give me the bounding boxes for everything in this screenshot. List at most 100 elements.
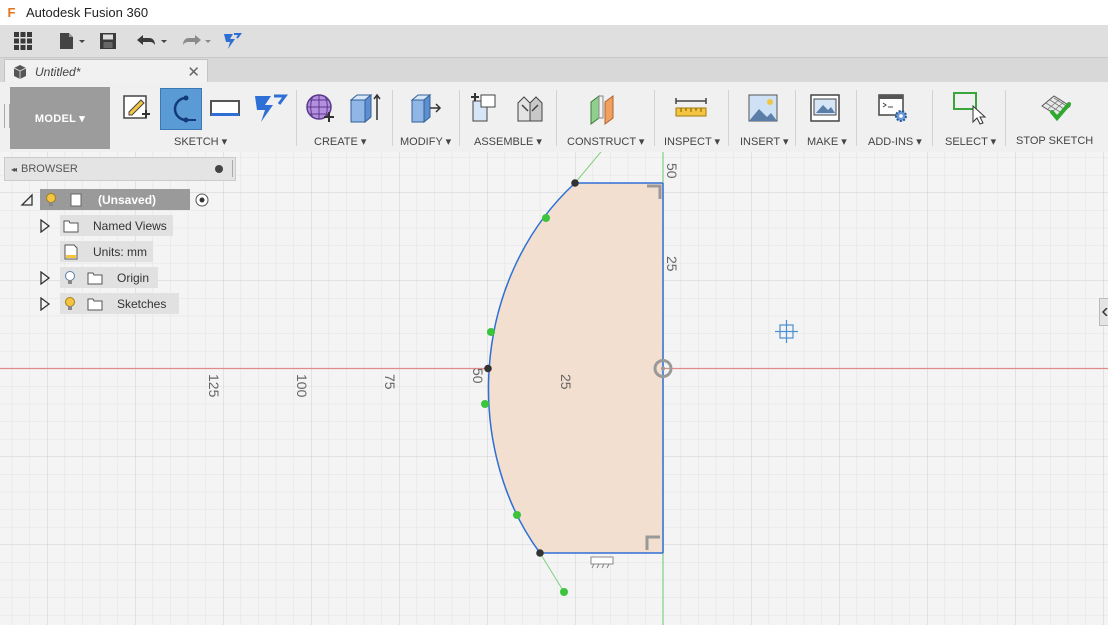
browser-node-origin[interactable]: Origin — [38, 267, 158, 288]
sketches-box[interactable]: Sketches — [60, 293, 179, 314]
grid-label-h: 125 — [206, 374, 222, 398]
root-node-label: (Unsaved) — [98, 192, 157, 207]
construct-group-menu[interactable]: CONSTRUCT ▾ — [567, 135, 644, 148]
select-box-icon — [953, 92, 987, 125]
sketch-history-button[interactable] — [220, 25, 244, 57]
form-sphere-icon — [306, 94, 334, 122]
offset-plane-button[interactable] — [584, 90, 624, 126]
save-button[interactable] — [96, 25, 120, 57]
3d-print-button[interactable] — [806, 90, 844, 126]
folder-icon — [63, 220, 79, 232]
document-tab-bar: Untitled* ✕ — [0, 58, 1108, 83]
lightbulb-off-icon[interactable] — [63, 270, 77, 286]
create-sketch-button[interactable] — [118, 90, 156, 126]
group-divider — [654, 90, 655, 146]
stop-sketch-button[interactable] — [1036, 90, 1076, 126]
data-panel-button[interactable] — [8, 25, 38, 57]
browser-resize-handle[interactable] — [232, 160, 236, 177]
collapse-triangle-icon[interactable] — [20, 192, 34, 207]
side-panel-toggle[interactable] — [1099, 298, 1108, 326]
insert-group-menu[interactable]: INSERT ▾ — [740, 135, 789, 148]
origin-box[interactable]: Origin — [60, 267, 158, 288]
activate-radio-icon[interactable] — [194, 192, 210, 208]
browser-node-sketches[interactable]: Sketches — [38, 293, 179, 314]
inspect-group-menu[interactable]: INSPECT ▾ — [664, 135, 720, 148]
sketch-group-menu[interactable]: SKETCH ▾ — [174, 135, 227, 148]
expand-triangle-icon[interactable] — [38, 296, 52, 311]
rectangle-icon — [210, 100, 240, 116]
create-sketch-icon — [123, 95, 150, 119]
form-tool-button[interactable] — [300, 90, 338, 126]
lightbulb-on-icon[interactable] — [63, 296, 77, 312]
assemble-group-menu[interactable]: ASSEMBLE ▾ — [474, 135, 542, 148]
sketch-history-icon — [224, 33, 242, 49]
browser-title: BROWSER — [21, 163, 78, 175]
node-label: Origin — [117, 270, 150, 285]
new-component-button[interactable] — [466, 90, 502, 126]
collapse-browser-icon[interactable]: ◂◂ — [11, 165, 17, 174]
rectangle-tool-button[interactable] — [206, 90, 244, 126]
save-icon — [100, 33, 116, 49]
grid-label-h: 25 — [558, 374, 574, 390]
joint-button[interactable] — [510, 90, 550, 126]
close-tab-icon[interactable]: ✕ — [187, 63, 200, 81]
browser-node-named-views[interactable]: Named Views — [38, 215, 173, 236]
measure-ruler-icon — [675, 98, 707, 117]
stop-sketch-check-icon — [1041, 95, 1071, 122]
node-label: Units: mm — [93, 244, 147, 259]
browser-options-icon[interactable] — [215, 165, 223, 173]
root-node-label-box[interactable]: (Unsaved) — [40, 189, 190, 210]
document-tab[interactable]: Untitled* ✕ — [4, 59, 208, 83]
group-divider — [392, 90, 393, 146]
fit-point[interactable] — [542, 214, 550, 222]
make-group-menu[interactable]: MAKE ▾ — [807, 135, 847, 148]
expand-triangle-icon[interactable] — [38, 218, 52, 233]
sketch-point[interactable] — [571, 179, 579, 187]
expand-triangle-icon[interactable] — [38, 270, 52, 285]
arc-tool-button[interactable] — [160, 88, 202, 130]
measure-button[interactable] — [670, 90, 712, 126]
extrude-tool-button[interactable] — [344, 90, 384, 126]
named-views-box[interactable]: Named Views — [60, 215, 173, 236]
fit-point[interactable] — [487, 328, 495, 336]
folder-icon — [87, 272, 103, 284]
sketch-point[interactable] — [536, 549, 544, 557]
node-label: Named Views — [93, 218, 167, 233]
modify-group-menu[interactable]: MODIFY ▾ — [400, 135, 451, 148]
joint-icon — [517, 96, 543, 122]
group-divider — [556, 90, 557, 146]
trim-tool-button[interactable] — [250, 90, 290, 126]
new-component-icon — [471, 93, 496, 122]
create-group-menu[interactable]: CREATE ▾ — [314, 135, 366, 148]
addins-group-menu[interactable]: ADD-INS ▾ — [868, 135, 922, 148]
chevron-left-icon — [1101, 308, 1108, 316]
grid-label-h: 75 — [382, 374, 398, 390]
grid-label-v: 50 — [664, 163, 680, 179]
window-title: Autodesk Fusion 360 — [26, 5, 149, 20]
file-menu-button[interactable] — [52, 25, 92, 57]
browser-node-units[interactable]: Units: mm — [60, 241, 153, 262]
stop-sketch-label[interactable]: STOP SKETCH — [1016, 135, 1093, 147]
fit-point[interactable] — [513, 511, 521, 519]
press-pull-button[interactable] — [404, 90, 444, 126]
title-bar: F Autodesk Fusion 360 — [0, 0, 1108, 25]
grid-label-v: 25 — [664, 256, 680, 272]
offset-plane-icon — [590, 95, 614, 125]
group-divider — [728, 90, 729, 146]
redo-icon — [183, 35, 211, 45]
fit-point[interactable] — [481, 400, 489, 408]
units-box[interactable]: Units: mm — [60, 241, 153, 262]
tangent-handle-point[interactable] — [560, 588, 568, 596]
select-group-menu[interactable]: SELECT ▾ — [945, 135, 996, 148]
scripts-addins-button[interactable] — [874, 90, 912, 126]
group-divider — [296, 90, 297, 146]
document-title: Untitled* — [35, 64, 81, 79]
browser-root-node[interactable]: (Unsaved) — [20, 189, 210, 210]
lightbulb-on-icon[interactable] — [44, 192, 58, 208]
workspace-switcher[interactable]: MODEL ▾ — [10, 87, 110, 149]
quick-access-toolbar — [0, 25, 1108, 58]
insert-canvas-button[interactable] — [744, 90, 782, 126]
undo-button[interactable] — [132, 25, 170, 57]
redo-button[interactable] — [178, 25, 216, 57]
select-tool-button[interactable] — [950, 90, 988, 126]
